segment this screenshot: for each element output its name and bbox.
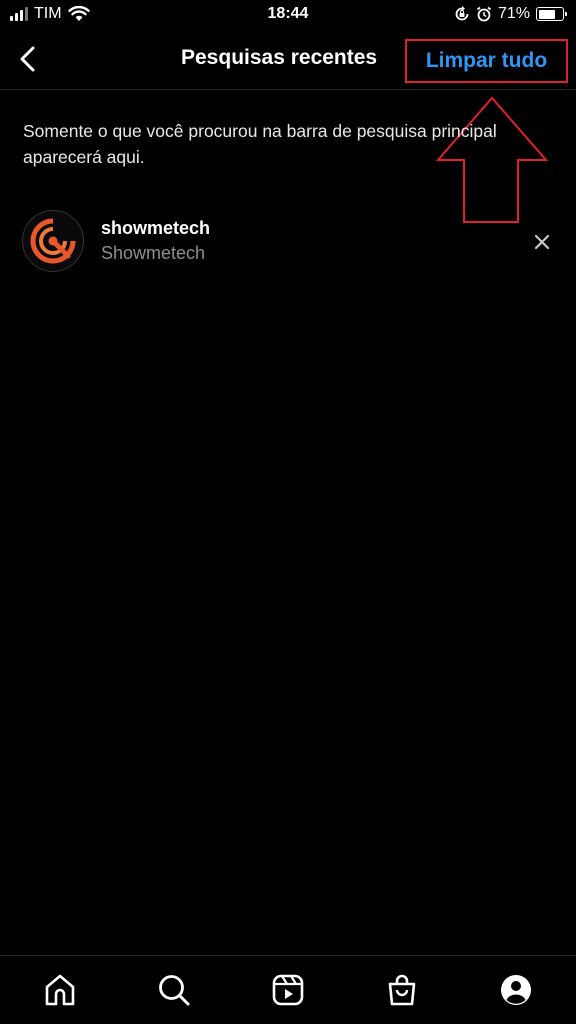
battery-fill: [538, 9, 555, 19]
nav-reels[interactable]: [270, 972, 306, 1008]
status-right: 71%: [454, 5, 567, 23]
clear-all-button[interactable]: Limpar tudo: [405, 39, 568, 83]
info-text: Somente o que você procurou na barra de …: [23, 121, 497, 167]
shop-icon: [388, 974, 416, 1006]
battery-percent: 71%: [497, 5, 530, 22]
showmetech-logo: [30, 218, 76, 264]
close-icon: [534, 234, 550, 250]
remove-recent-button[interactable]: [532, 232, 552, 252]
profile-icon: [501, 975, 531, 1005]
page-title: Pesquisas recentes: [181, 46, 378, 69]
back-button[interactable]: [14, 44, 44, 74]
avatar[interactable]: [22, 210, 84, 272]
chevron-left-icon: [20, 46, 35, 72]
recent-full-name: Showmetech: [101, 243, 206, 263]
recent-username: showmetech: [101, 218, 211, 238]
bottom-nav: [0, 955, 576, 1024]
nav-profile[interactable]: [498, 972, 534, 1008]
search-icon: [159, 975, 190, 1006]
reels-icon: [272, 974, 304, 1006]
header: Pesquisas recentes Limpar tudo: [0, 30, 576, 90]
home-icon: [45, 974, 75, 1006]
status-bar: TIM 18:44 71%: [0, 0, 576, 30]
nav-home[interactable]: [42, 972, 78, 1008]
nav-search[interactable]: [156, 972, 192, 1008]
battery-icon: [536, 7, 567, 21]
rotation-lock-icon: [455, 6, 469, 21]
recent-search-item[interactable]: showmetech Showmetech: [0, 206, 576, 276]
alarm-icon: [476, 6, 492, 22]
nav-shop[interactable]: [384, 972, 420, 1008]
